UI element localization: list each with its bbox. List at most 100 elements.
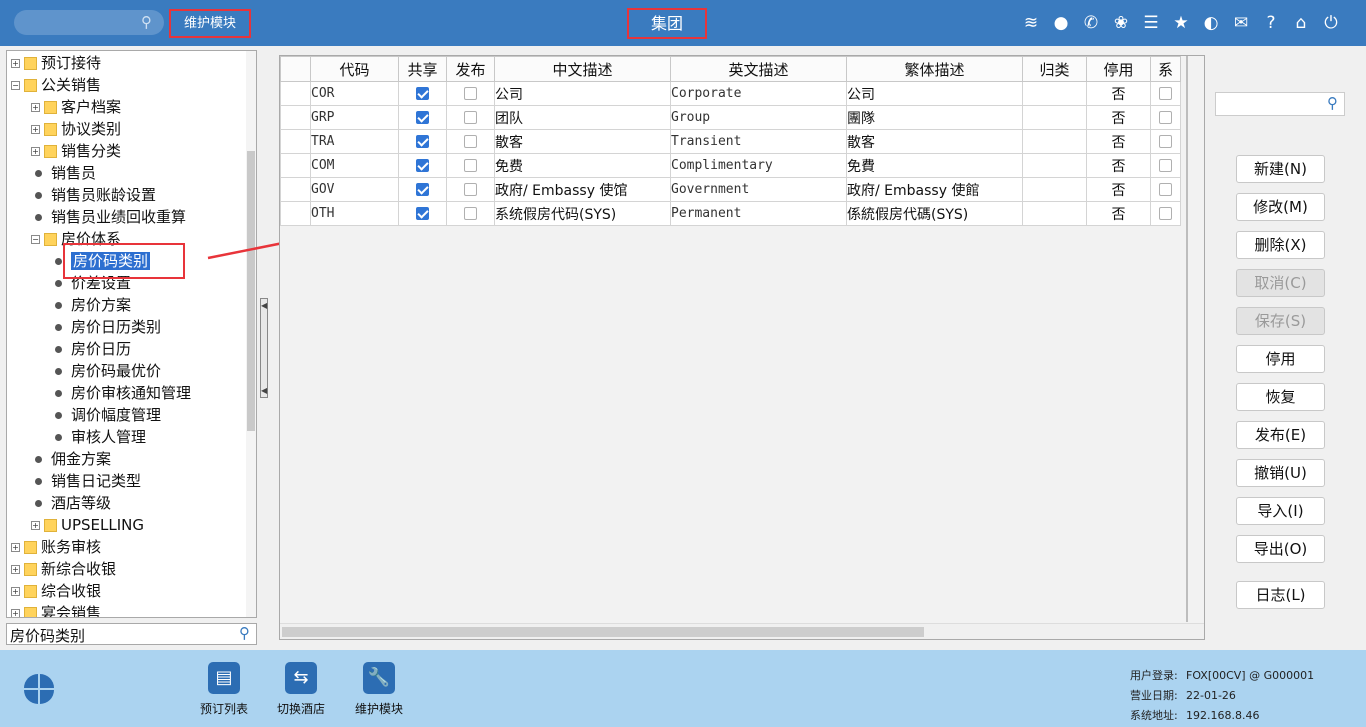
column-header[interactable]: 繁体描述 bbox=[846, 56, 1023, 82]
action-button[interactable]: 删除(X) bbox=[1236, 231, 1325, 259]
top-search-input[interactable]: ⚲ bbox=[14, 10, 164, 35]
taskbar-booking-list[interactable]: ▤ 预订列表 bbox=[189, 662, 259, 717]
tree-item[interactable]: + 协议类别 bbox=[31, 118, 121, 140]
expand-icon[interactable]: + bbox=[11, 587, 20, 596]
tree-search-input[interactable]: 房价码类别 ⚲ bbox=[6, 623, 257, 645]
published-checkbox[interactable] bbox=[464, 159, 477, 172]
published-cell[interactable] bbox=[446, 177, 495, 202]
expand-icon[interactable]: + bbox=[11, 565, 20, 574]
row-header[interactable] bbox=[280, 177, 311, 202]
action-button[interactable]: 日志(L) bbox=[1236, 581, 1325, 609]
published-checkbox[interactable] bbox=[464, 183, 477, 196]
column-header[interactable]: 代码 bbox=[310, 56, 399, 82]
shared-checkbox[interactable] bbox=[416, 207, 429, 220]
action-button[interactable]: 导入(I) bbox=[1236, 497, 1325, 525]
system-cell[interactable] bbox=[1150, 81, 1181, 106]
tree-scrollbar[interactable] bbox=[246, 51, 256, 617]
grid-filter-input[interactable]: ⚲ bbox=[1215, 92, 1345, 116]
column-header[interactable]: 停用 bbox=[1086, 56, 1151, 82]
expand-icon[interactable]: + bbox=[11, 59, 20, 68]
action-button[interactable]: 保存(S) bbox=[1236, 307, 1325, 335]
tree-item[interactable]: + 销售分类 bbox=[31, 140, 121, 162]
tree-item[interactable]: 房价码最优价 bbox=[51, 360, 161, 382]
home-icon[interactable]: ⌂ bbox=[1286, 11, 1316, 35]
tree-item[interactable]: 房价方案 bbox=[51, 294, 131, 316]
row-header[interactable] bbox=[280, 105, 311, 130]
group-title[interactable]: 集团 bbox=[627, 8, 707, 39]
shared-cell[interactable] bbox=[398, 153, 447, 178]
published-cell[interactable] bbox=[446, 201, 495, 226]
column-header[interactable]: 中文描述 bbox=[494, 56, 671, 82]
tree-item[interactable]: 房价日历类别 bbox=[51, 316, 161, 338]
help-icon[interactable]: ? bbox=[1256, 11, 1286, 35]
contrast-icon[interactable]: ◐ bbox=[1196, 11, 1226, 35]
system-cell[interactable] bbox=[1150, 177, 1181, 202]
action-button[interactable]: 撤销(U) bbox=[1236, 459, 1325, 487]
system-checkbox[interactable] bbox=[1159, 207, 1172, 220]
menu-icon[interactable]: ☰ bbox=[1136, 11, 1166, 35]
shared-cell[interactable] bbox=[398, 129, 447, 154]
tree-item[interactable]: 审核人管理 bbox=[51, 426, 146, 448]
system-cell[interactable] bbox=[1150, 201, 1181, 226]
collapse-icon[interactable]: − bbox=[31, 235, 40, 244]
table-row[interactable]: COR 公司 Corporate 公司 否 bbox=[280, 81, 1181, 106]
grid-horizontal-scrollbar[interactable] bbox=[280, 623, 1204, 639]
row-header[interactable] bbox=[280, 129, 311, 154]
star-icon[interactable]: ★ bbox=[1166, 11, 1196, 35]
row-header[interactable] bbox=[280, 153, 311, 178]
shared-checkbox[interactable] bbox=[416, 183, 429, 196]
table-row[interactable]: OTH 系统假房代码(SYS) Permanent 係統假房代碼(SYS) 否 bbox=[280, 201, 1181, 226]
tree-item[interactable]: + 账务审核 bbox=[11, 536, 101, 558]
tree-item[interactable]: 佣金方案 bbox=[31, 448, 111, 470]
search-icon[interactable]: ⚲ bbox=[141, 13, 152, 31]
shared-checkbox[interactable] bbox=[416, 135, 429, 148]
published-checkbox[interactable] bbox=[464, 87, 477, 100]
search-icon[interactable]: ⚲ bbox=[1327, 94, 1338, 112]
expand-icon[interactable]: + bbox=[31, 125, 40, 134]
taskbar-switch-hotel[interactable]: ⇆ 切换酒店 bbox=[266, 662, 336, 717]
tree-item[interactable]: 房价审核通知管理 bbox=[51, 382, 191, 404]
table-row[interactable]: TRA 散客 Transient 散客 否 bbox=[280, 129, 1181, 154]
tree-item[interactable]: 调价幅度管理 bbox=[51, 404, 161, 426]
collapse-icon[interactable]: − bbox=[11, 81, 20, 90]
action-button[interactable]: 导出(O) bbox=[1236, 535, 1325, 563]
published-cell[interactable] bbox=[446, 81, 495, 106]
column-header[interactable] bbox=[280, 56, 311, 82]
published-cell[interactable] bbox=[446, 105, 495, 130]
shared-cell[interactable] bbox=[398, 105, 447, 130]
tree-item[interactable]: + 宴会销售 bbox=[11, 602, 101, 617]
expand-icon[interactable]: + bbox=[11, 609, 20, 617]
system-cell[interactable] bbox=[1150, 129, 1181, 154]
system-checkbox[interactable] bbox=[1159, 87, 1172, 100]
tree-item[interactable]: 销售日记类型 bbox=[31, 470, 141, 492]
expand-icon[interactable]: + bbox=[31, 147, 40, 156]
shared-cell[interactable] bbox=[398, 201, 447, 226]
palette-icon[interactable]: ❀ bbox=[1106, 11, 1136, 35]
tree-item[interactable]: 销售员业绩回收重算 bbox=[31, 206, 186, 228]
tree-item[interactable]: + 预订接待 bbox=[11, 52, 101, 74]
published-cell[interactable] bbox=[446, 129, 495, 154]
action-button[interactable]: 停用 bbox=[1236, 345, 1325, 373]
expand-icon[interactable]: + bbox=[31, 103, 40, 112]
row-header[interactable] bbox=[280, 81, 311, 106]
action-button[interactable]: 取消(C) bbox=[1236, 269, 1325, 297]
search-icon[interactable]: ⚲ bbox=[239, 624, 250, 642]
tree-item[interactable]: 销售员账龄设置 bbox=[31, 184, 156, 206]
column-header[interactable]: 系 bbox=[1150, 56, 1181, 82]
action-button[interactable]: 新建(N) bbox=[1236, 155, 1325, 183]
system-checkbox[interactable] bbox=[1159, 135, 1172, 148]
table-row[interactable]: GOV 政府/ Embassy 使馆 Government 政府/ Embassy 使… bbox=[280, 177, 1181, 202]
chat-icon[interactable]: ● bbox=[1046, 11, 1076, 35]
system-checkbox[interactable] bbox=[1159, 183, 1172, 196]
column-header[interactable]: 发布 bbox=[446, 56, 495, 82]
tree-item[interactable]: + 综合收银 bbox=[11, 580, 101, 602]
action-button[interactable]: 修改(M) bbox=[1236, 193, 1325, 221]
shared-cell[interactable] bbox=[398, 177, 447, 202]
tree-item[interactable]: 房价日历 bbox=[51, 338, 131, 360]
system-cell[interactable] bbox=[1150, 105, 1181, 130]
panel-splitter[interactable]: ◀ ◀ bbox=[260, 298, 268, 398]
system-cell[interactable] bbox=[1150, 153, 1181, 178]
tree-item[interactable]: + UPSELLING bbox=[31, 514, 144, 536]
column-header[interactable]: 英文描述 bbox=[670, 56, 847, 82]
shared-cell[interactable] bbox=[398, 81, 447, 106]
